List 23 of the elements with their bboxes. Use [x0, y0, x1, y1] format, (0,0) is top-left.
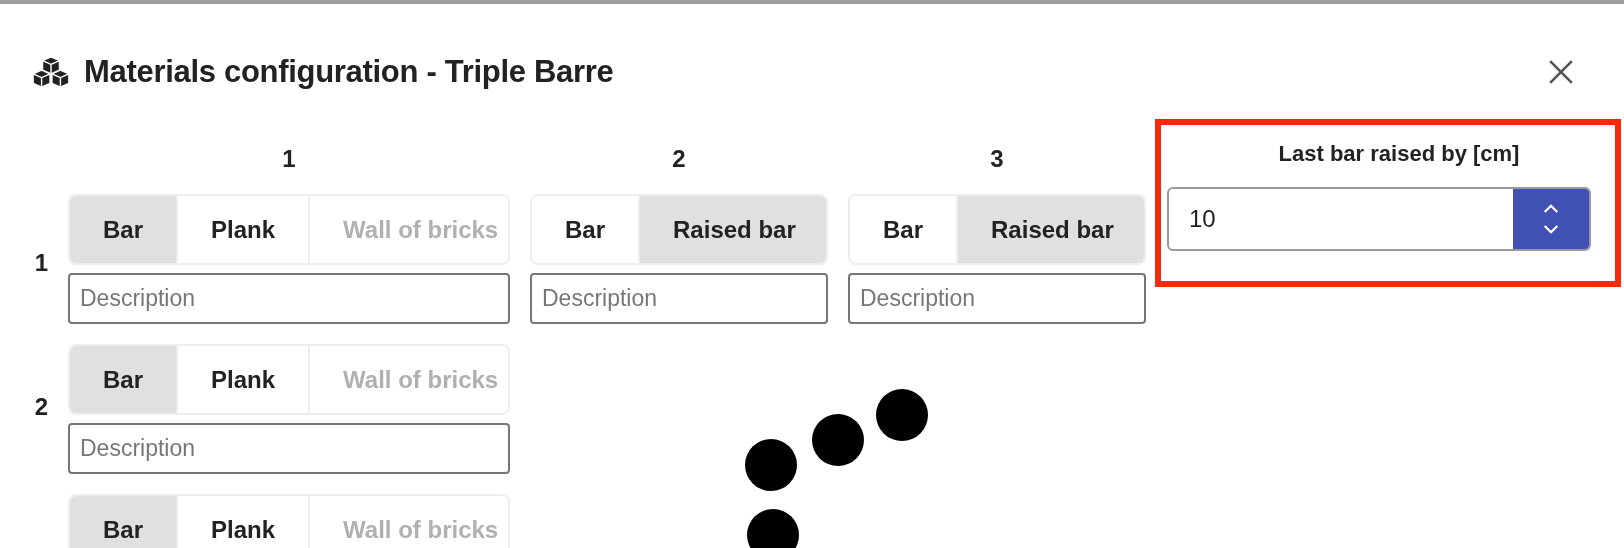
- column-header: 2: [672, 144, 686, 173]
- segment-option[interactable]: Bar: [70, 496, 179, 548]
- description-field[interactable]: Description: [848, 273, 1146, 324]
- segment-option[interactable]: Bar: [532, 196, 641, 263]
- description-field[interactable]: Description: [530, 273, 828, 324]
- description-field[interactable]: Description: [68, 423, 510, 474]
- close-icon[interactable]: [1548, 59, 1574, 85]
- segment-option[interactable]: Bar: [70, 196, 179, 263]
- column-header: 1: [282, 144, 296, 173]
- row-label: 2: [34, 393, 48, 421]
- number-field[interactable]: 10: [1167, 187, 1591, 251]
- description-field[interactable]: Description: [68, 273, 510, 324]
- segment-option[interactable]: Raised bar: [640, 196, 826, 263]
- segment-option[interactable]: Bar: [850, 196, 959, 263]
- chevron-up-icon: [1542, 203, 1560, 214]
- field-label: Last bar raised by [cm]: [1277, 141, 1521, 167]
- chevron-down-icon: [1542, 224, 1560, 235]
- segment-option[interactable]: Bar: [70, 346, 179, 413]
- row-label: 1: [34, 249, 48, 277]
- dialog-title: Materials configuration - Triple Barre: [84, 54, 614, 90]
- segment-option[interactable]: Raised bar: [958, 196, 1144, 263]
- column-header: 3: [990, 144, 1004, 173]
- cubes-icon: [32, 56, 70, 88]
